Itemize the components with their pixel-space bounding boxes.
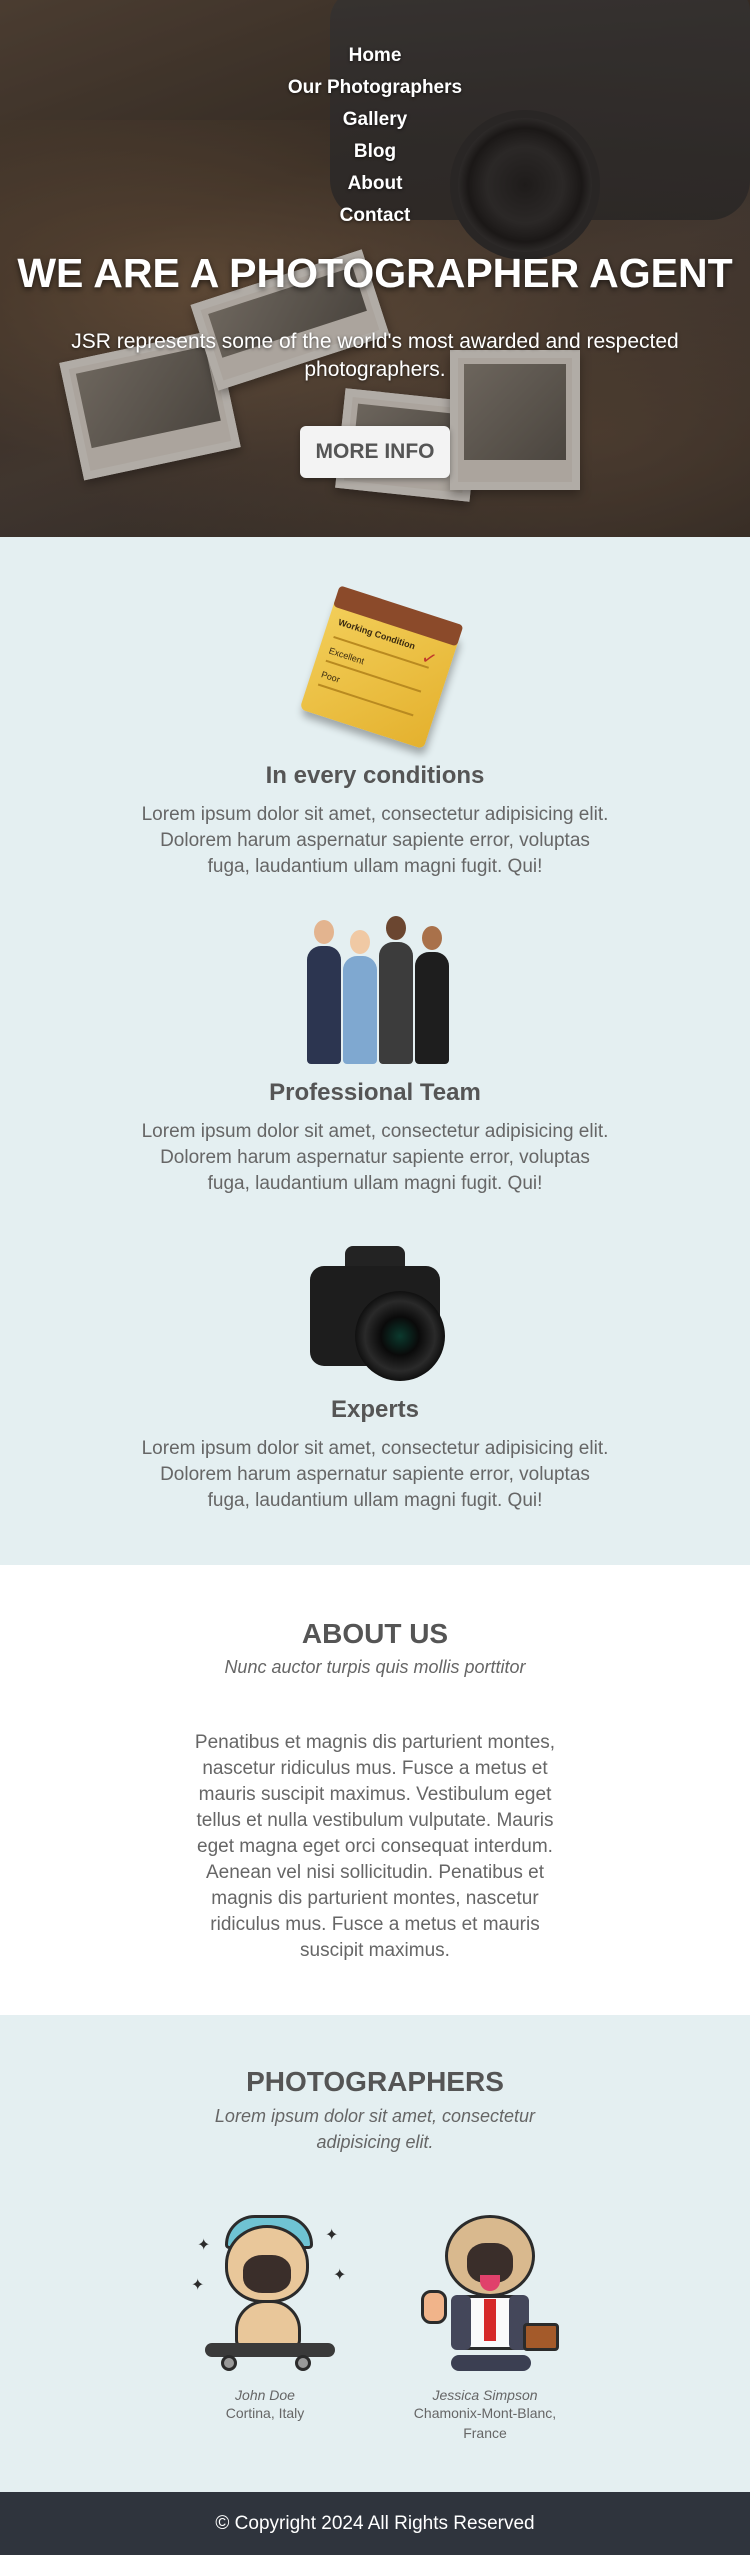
nav-about[interactable]: About bbox=[0, 168, 750, 200]
feature-item: Professional Team Lorem ipsum dolor sit … bbox=[0, 909, 750, 1226]
hero-section: Home Our Photographers Gallery Blog Abou… bbox=[0, 0, 750, 537]
notepad-heading: Working Condition bbox=[336, 616, 417, 652]
photographers-section: PHOTOGRAPHERS Lorem ipsum dolor sit amet… bbox=[0, 2015, 750, 2492]
nav-contact[interactable]: Contact bbox=[0, 200, 750, 232]
feature-title: Professional Team bbox=[269, 1079, 481, 1106]
photographer-cards: ✦ ✦ ✦ ✦ John Doe Cortina, Italy Jessica … bbox=[0, 2195, 750, 2443]
about-section: ABOUT US Nunc auctor turpis quis mollis … bbox=[0, 1565, 750, 2015]
checkmark-icon: ✓ bbox=[418, 646, 440, 672]
skater-pug-icon: ✦ ✦ ✦ ✦ bbox=[185, 2195, 346, 2375]
features-section: Working Condition ✓ Excellent Poor In ev… bbox=[0, 537, 750, 1565]
hero-subtitle: JSR represents some of the world's most … bbox=[71, 330, 679, 381]
photographer-card[interactable]: Jessica Simpson Chamonix-Mont-Blanc, Fra… bbox=[395, 2195, 575, 2443]
notepad-line: Poor bbox=[319, 669, 342, 685]
feature-text: Lorem ipsum dolor sit amet, consectetur … bbox=[141, 804, 609, 877]
camera-icon bbox=[295, 1226, 455, 1386]
photographer-name: John Doe bbox=[235, 2387, 295, 2403]
main-nav: Home Our Photographers Gallery Blog Abou… bbox=[0, 40, 750, 232]
about-body: Penatibus et magnis dis parturient monte… bbox=[194, 1732, 556, 1961]
photographer-name: Jessica Simpson bbox=[432, 2387, 538, 2403]
business-pug-icon bbox=[405, 2195, 565, 2375]
nav-home[interactable]: Home bbox=[0, 40, 750, 72]
feature-text: Lorem ipsum dolor sit amet, consectetur … bbox=[141, 1438, 609, 1511]
feature-title: Experts bbox=[330, 1396, 420, 1423]
feature-item: Working Condition ✓ Excellent Poor In ev… bbox=[0, 592, 750, 909]
about-title: ABOUT US bbox=[301, 1618, 449, 1649]
about-tagline: Nunc auctor turpis quis mollis porttitor bbox=[224, 1657, 526, 1677]
notepad-icon: Working Condition ✓ Excellent Poor bbox=[295, 592, 461, 752]
nav-our-photographers[interactable]: Our Photographers bbox=[0, 72, 750, 104]
more-info-button[interactable]: MORE INFO bbox=[300, 426, 450, 478]
photographers-title: PHOTOGRAPHERS bbox=[246, 2066, 504, 2097]
nav-blog[interactable]: Blog bbox=[0, 136, 750, 168]
photographer-card[interactable]: ✦ ✦ ✦ ✦ John Doe Cortina, Italy bbox=[175, 2195, 355, 2443]
feature-text: Lorem ipsum dolor sit amet, consectetur … bbox=[141, 1121, 609, 1194]
footer: © Copyright 2024 All Rights Reserved bbox=[0, 2492, 750, 2555]
photographers-tagline: Lorem ipsum dolor sit amet, consectetur … bbox=[214, 2106, 536, 2152]
photographer-location: Cortina, Italy bbox=[225, 2405, 305, 2421]
nav-gallery[interactable]: Gallery bbox=[0, 104, 750, 136]
feature-title: In every conditions bbox=[265, 762, 485, 789]
hero-title: WE ARE A PHOTOGRAPHER AGENT bbox=[17, 250, 733, 296]
feature-item: Experts Lorem ipsum dolor sit amet, cons… bbox=[0, 1226, 750, 1543]
team-icon bbox=[295, 909, 455, 1069]
copyright-text: © Copyright 2024 All Rights Reserved bbox=[215, 2513, 535, 2534]
photographer-location: Chamonix-Mont-Blanc, France bbox=[413, 2405, 557, 2441]
